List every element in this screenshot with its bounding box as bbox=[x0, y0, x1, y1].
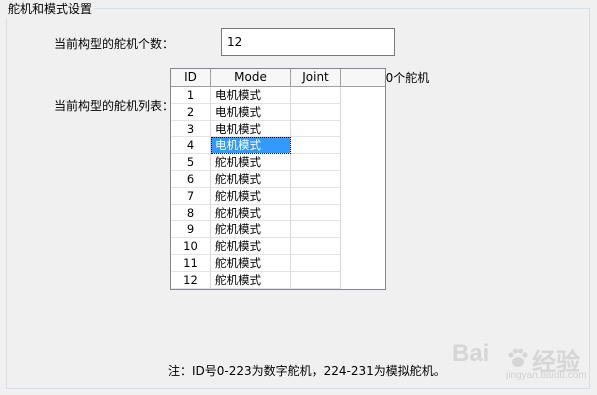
cell-mode[interactable]: 电机模式 bbox=[211, 137, 291, 155]
cell-id: 11 bbox=[171, 254, 211, 272]
cell-joint[interactable] bbox=[291, 271, 341, 289]
cell-joint[interactable] bbox=[291, 87, 341, 104]
servo-count-label: 当前构型的舵机个数： bbox=[54, 37, 175, 51]
header-mode[interactable]: Mode bbox=[211, 69, 291, 86]
cell-joint[interactable] bbox=[291, 221, 341, 239]
cell-mode[interactable]: 电机模式 bbox=[211, 87, 291, 104]
table-header: ID Mode Joint bbox=[171, 69, 385, 87]
cell-mode[interactable]: 舵机模式 bbox=[211, 187, 291, 205]
servo-list-label: 当前构型的舵机列表： bbox=[54, 99, 175, 113]
table-row[interactable]: 3 电机模式 bbox=[171, 120, 385, 138]
table-row[interactable]: 4 电机模式 bbox=[171, 137, 385, 155]
watermark-sub: jingyan.baidu.com bbox=[506, 370, 587, 381]
cell-mode[interactable]: 舵机模式 bbox=[211, 254, 291, 272]
table-row[interactable]: 9 舵机模式 bbox=[171, 221, 385, 239]
table-row[interactable]: 12 舵机模式 bbox=[171, 271, 385, 289]
cell-joint[interactable] bbox=[291, 154, 341, 171]
table-row[interactable]: 1 电机模式 bbox=[171, 87, 385, 104]
header-joint[interactable]: Joint bbox=[291, 69, 341, 86]
cell-joint[interactable] bbox=[291, 187, 341, 205]
cell-id: 12 bbox=[171, 271, 211, 289]
cell-mode[interactable]: 舵机模式 bbox=[211, 221, 291, 239]
cell-id: 7 bbox=[171, 187, 211, 205]
table-body: 1 电机模式 2 电机模式 3 电机模式 4 电机模式 5 舵机模式 6 舵机模式 7 舵机模式 8 舵机模式… bbox=[171, 87, 385, 289]
cell-id: 8 bbox=[171, 204, 211, 222]
cell-mode[interactable]: 电机模式 bbox=[211, 103, 291, 121]
table-row[interactable]: 6 舵机模式 bbox=[171, 170, 385, 188]
cell-joint[interactable] bbox=[291, 170, 341, 188]
cell-mode[interactable]: 电机模式 bbox=[211, 120, 291, 138]
paw-icon bbox=[508, 348, 528, 367]
table-row[interactable]: 10 舵机模式 bbox=[171, 238, 385, 255]
watermark-logo: Bai 经验 jingyan.baidu.com bbox=[452, 340, 592, 384]
servo-count-input[interactable] bbox=[221, 28, 395, 56]
cell-mode[interactable]: 舵机模式 bbox=[211, 238, 291, 255]
table-row[interactable]: 5 舵机模式 bbox=[171, 154, 385, 171]
servo-list-table[interactable]: ID Mode Joint 1 电机模式 2 电机模式 3 电机模式 4 电机模式 5 舵机模式 6… bbox=[170, 68, 386, 290]
table-row[interactable]: 11 舵机模式 bbox=[171, 254, 385, 272]
table-row[interactable]: 2 电机模式 bbox=[171, 103, 385, 121]
cell-id: 3 bbox=[171, 120, 211, 138]
cell-mode[interactable]: 舵机模式 bbox=[211, 170, 291, 188]
cell-joint[interactable] bbox=[291, 204, 341, 222]
cell-id: 5 bbox=[171, 154, 211, 171]
cell-mode[interactable]: 舵机模式 bbox=[211, 154, 291, 171]
cell-id: 1 bbox=[171, 87, 211, 104]
cell-id: 9 bbox=[171, 221, 211, 239]
table-row[interactable]: 8 舵机模式 bbox=[171, 204, 385, 222]
watermark-text: Bai bbox=[452, 340, 490, 367]
cell-id: 2 bbox=[171, 103, 211, 121]
group-title: 舵机和模式设置 bbox=[6, 1, 95, 17]
servo-id-note: 注：ID号0-223为数字舵机，224-231为模拟舵机。 bbox=[168, 364, 446, 378]
cell-id: 4 bbox=[171, 137, 211, 155]
cell-joint[interactable] bbox=[291, 137, 341, 155]
cell-joint[interactable] bbox=[291, 103, 341, 121]
cell-mode[interactable]: 舵机模式 bbox=[211, 271, 291, 289]
table-row[interactable]: 7 舵机模式 bbox=[171, 187, 385, 205]
cell-joint[interactable] bbox=[291, 238, 341, 255]
header-id[interactable]: ID bbox=[171, 69, 211, 86]
cell-id: 10 bbox=[171, 238, 211, 255]
cell-joint[interactable] bbox=[291, 120, 341, 138]
cell-mode[interactable]: 舵机模式 bbox=[211, 204, 291, 222]
cell-joint[interactable] bbox=[291, 254, 341, 272]
cell-id: 6 bbox=[171, 170, 211, 188]
